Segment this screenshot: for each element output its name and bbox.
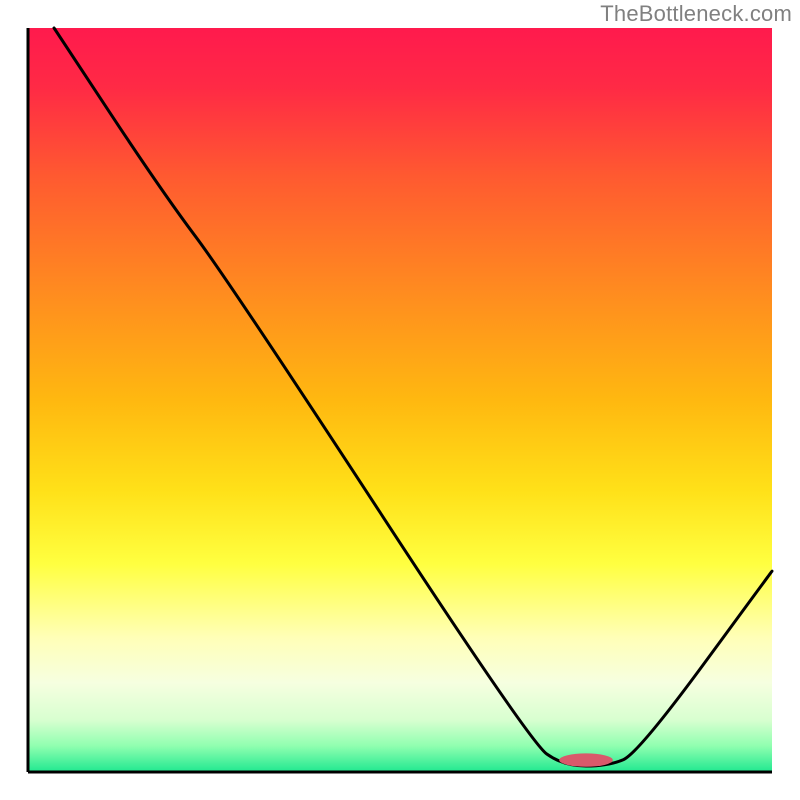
gradient-background <box>28 28 772 772</box>
chart-svg <box>0 0 800 800</box>
optimal-marker <box>559 753 613 766</box>
bottleneck-chart: TheBottleneck.com <box>0 0 800 800</box>
watermark-text: TheBottleneck.com <box>600 1 792 27</box>
